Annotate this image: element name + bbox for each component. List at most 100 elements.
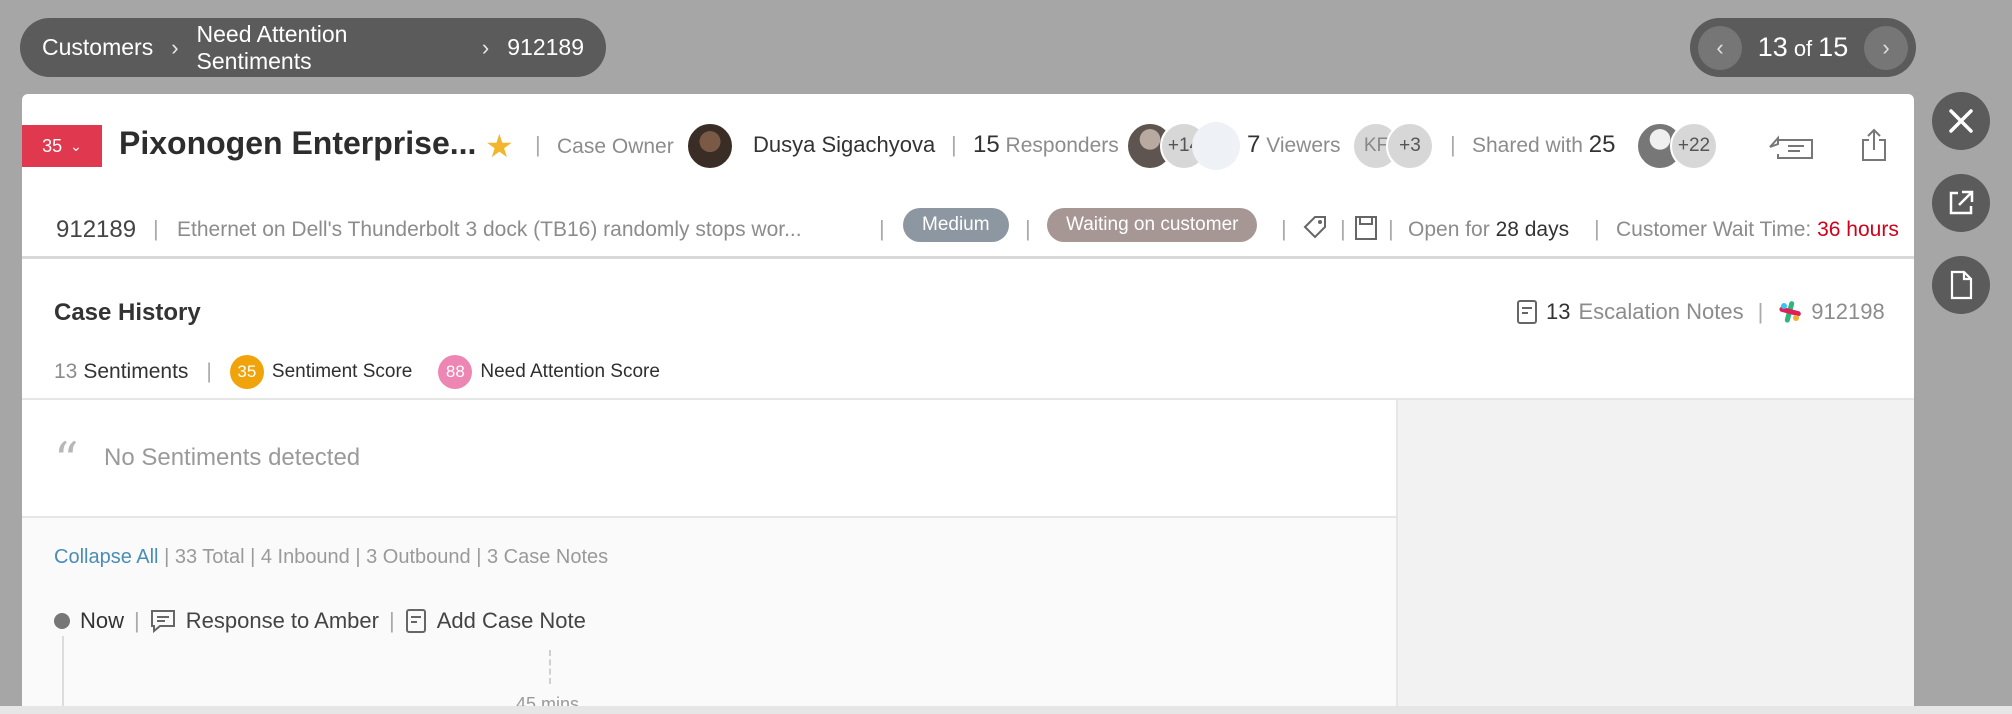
owner-avatar[interactable] <box>686 122 734 170</box>
pager-of: of <box>1793 36 1813 61</box>
chevron-down-icon: ⌄ <box>70 137 82 154</box>
timeline-actions: Now | Response to Amber | Add Case Note <box>54 608 586 634</box>
divider: | <box>1388 216 1394 241</box>
document-icon <box>1950 270 1973 300</box>
sentiment-score-badge: 35 <box>229 355 264 389</box>
shared-with[interactable]: Shared with 25 <box>1472 131 1615 159</box>
breadcrumb: Customers › Need Attention Sentiments › … <box>20 18 606 77</box>
shared-count: 25 <box>1588 131 1616 158</box>
case-number[interactable]: 912189 <box>56 216 136 244</box>
slack-icon <box>1779 301 1802 323</box>
divider: | <box>535 132 541 157</box>
open-for: Open for 28 days <box>1408 218 1569 242</box>
need-attention-label: Need Attention Score <box>480 361 660 382</box>
open-for-value: 28 days <box>1495 218 1570 241</box>
case-owner-name[interactable]: Dusya Sigachyova <box>753 132 935 158</box>
pager-count: 13 of 15 <box>1758 32 1848 63</box>
breadcrumb-need-attention[interactable]: Need Attention Sentiments <box>197 21 464 75</box>
star-icon[interactable]: ★ <box>485 127 514 165</box>
viewers[interactable]: 7 Viewers <box>1247 131 1341 159</box>
chevron-left-icon: ‹ <box>1716 34 1724 60</box>
previous-case-button[interactable]: ‹ <box>1698 25 1742 70</box>
timeline-gap <box>549 650 551 684</box>
viewers-label: Viewers <box>1266 134 1341 157</box>
case-score: 35 <box>42 135 63 156</box>
escalation-label: Escalation Notes <box>1578 299 1744 324</box>
viewers-count: 7 <box>1247 131 1261 158</box>
wait-label: Customer Wait Time: <box>1616 218 1812 241</box>
customer-wait-time: Customer Wait Time: 36 hours <box>1616 218 1899 242</box>
add-case-note-button[interactable]: Add Case Note <box>437 608 586 634</box>
shared-label: Shared with <box>1472 134 1583 157</box>
add-note-icon[interactable] <box>405 608 427 634</box>
no-sentiments-panel: “ No Sentiments detected <box>22 400 1396 518</box>
case-owner-label: Case Owner <box>557 135 674 158</box>
slack-case-number: 912198 <box>1811 299 1885 324</box>
divider: | <box>206 360 212 383</box>
need-attention-badge: 88 <box>438 355 473 389</box>
close-icon <box>1949 109 1973 133</box>
note-icon <box>1517 300 1537 324</box>
sentiments-label: Sentiments <box>83 360 189 383</box>
divider: | <box>134 608 140 633</box>
window-bottom-edge <box>0 706 2012 714</box>
case-history-title: Case History <box>54 299 201 326</box>
responder-avatar-placeholder <box>1192 122 1240 170</box>
divider: | <box>1340 216 1346 241</box>
now-label: Now <box>80 608 125 633</box>
case-pager: ‹ 13 of 15 › <box>1690 18 1916 77</box>
chevron-right-icon: › <box>481 34 490 60</box>
sentiment-score-label: Sentiment Score <box>271 361 413 382</box>
external-link-icon <box>1949 190 1974 215</box>
no-sentiments-text: No Sentiments detected <box>104 444 361 471</box>
detail-pane <box>1398 400 1914 706</box>
viewers-more[interactable]: +3 <box>1386 122 1434 170</box>
escalation-notes[interactable]: 13 Escalation Notes | 912198 <box>1516 299 1885 325</box>
open-new-window-button[interactable] <box>1932 174 1990 232</box>
close-button[interactable] <box>1932 92 1990 150</box>
divider: | <box>153 216 159 241</box>
case-details: 912189 | Ethernet on Dell's Thunderbolt … <box>22 196 1914 259</box>
shared-more[interactable]: +22 <box>1670 122 1718 170</box>
divider: | <box>1594 216 1600 241</box>
divider: | <box>1281 216 1287 241</box>
priority-badge[interactable]: Medium <box>903 208 1009 242</box>
collapse-all-link[interactable]: Collapse All <box>54 546 159 568</box>
case-header: 35 ⌄ Pixonogen Enterprise... ★ | Case Ow… <box>22 94 1914 196</box>
activity-summary: Collapse All | 33 Total | 4 Inbound | 3 … <box>54 546 608 569</box>
divider: | <box>388 608 395 633</box>
chevron-right-icon: › <box>171 34 179 60</box>
breadcrumb-case-number: 912189 <box>507 34 584 60</box>
status-badge[interactable]: Waiting on customer <box>1047 208 1258 242</box>
case-subject[interactable]: Ethernet on Dell's Thunderbolt 3 dock (T… <box>177 218 802 242</box>
tag-icon[interactable] <box>1302 215 1328 241</box>
timeline-gap-label: 45 mins <box>516 694 580 706</box>
save-icon[interactable] <box>1354 215 1378 241</box>
timeline-dot <box>54 613 70 629</box>
responders[interactable]: 15 Responders <box>973 131 1119 159</box>
responders-label: Responders <box>1005 134 1119 157</box>
document-button[interactable] <box>1932 256 1990 314</box>
response-button[interactable]: Response to Amber <box>186 608 379 634</box>
open-for-label: Open for <box>1408 218 1490 241</box>
breadcrumb-customers[interactable]: Customers <box>42 34 153 61</box>
sentiments-count: 13 <box>54 360 78 383</box>
quote-icon: “ <box>54 432 79 488</box>
divider: | <box>1025 216 1031 241</box>
chevron-right-icon: › <box>1882 34 1890 60</box>
timeline-line <box>62 636 64 706</box>
case-score-badge[interactable]: 35 ⌄ <box>22 125 102 167</box>
account-name[interactable]: Pixonogen Enterprise... <box>119 125 476 162</box>
escalate-icon[interactable] <box>1768 132 1814 162</box>
divider: | <box>879 216 885 241</box>
next-case-button[interactable]: › <box>1863 25 1908 70</box>
case-card: 35 ⌄ Pixonogen Enterprise... ★ | Case Ow… <box>22 94 1914 706</box>
pager-total: 15 <box>1818 32 1849 62</box>
responders-count: 15 <box>973 131 1000 158</box>
activity-area: Collapse All | 33 Total | 4 Inbound | 3 … <box>22 518 1396 706</box>
chat-icon[interactable] <box>150 609 176 633</box>
timeline-pane: “ No Sentiments detected Collapse All | … <box>22 400 1398 706</box>
share-icon[interactable] <box>1860 128 1888 162</box>
divider: | <box>951 132 957 157</box>
escalation-count: 13 <box>1546 299 1571 324</box>
